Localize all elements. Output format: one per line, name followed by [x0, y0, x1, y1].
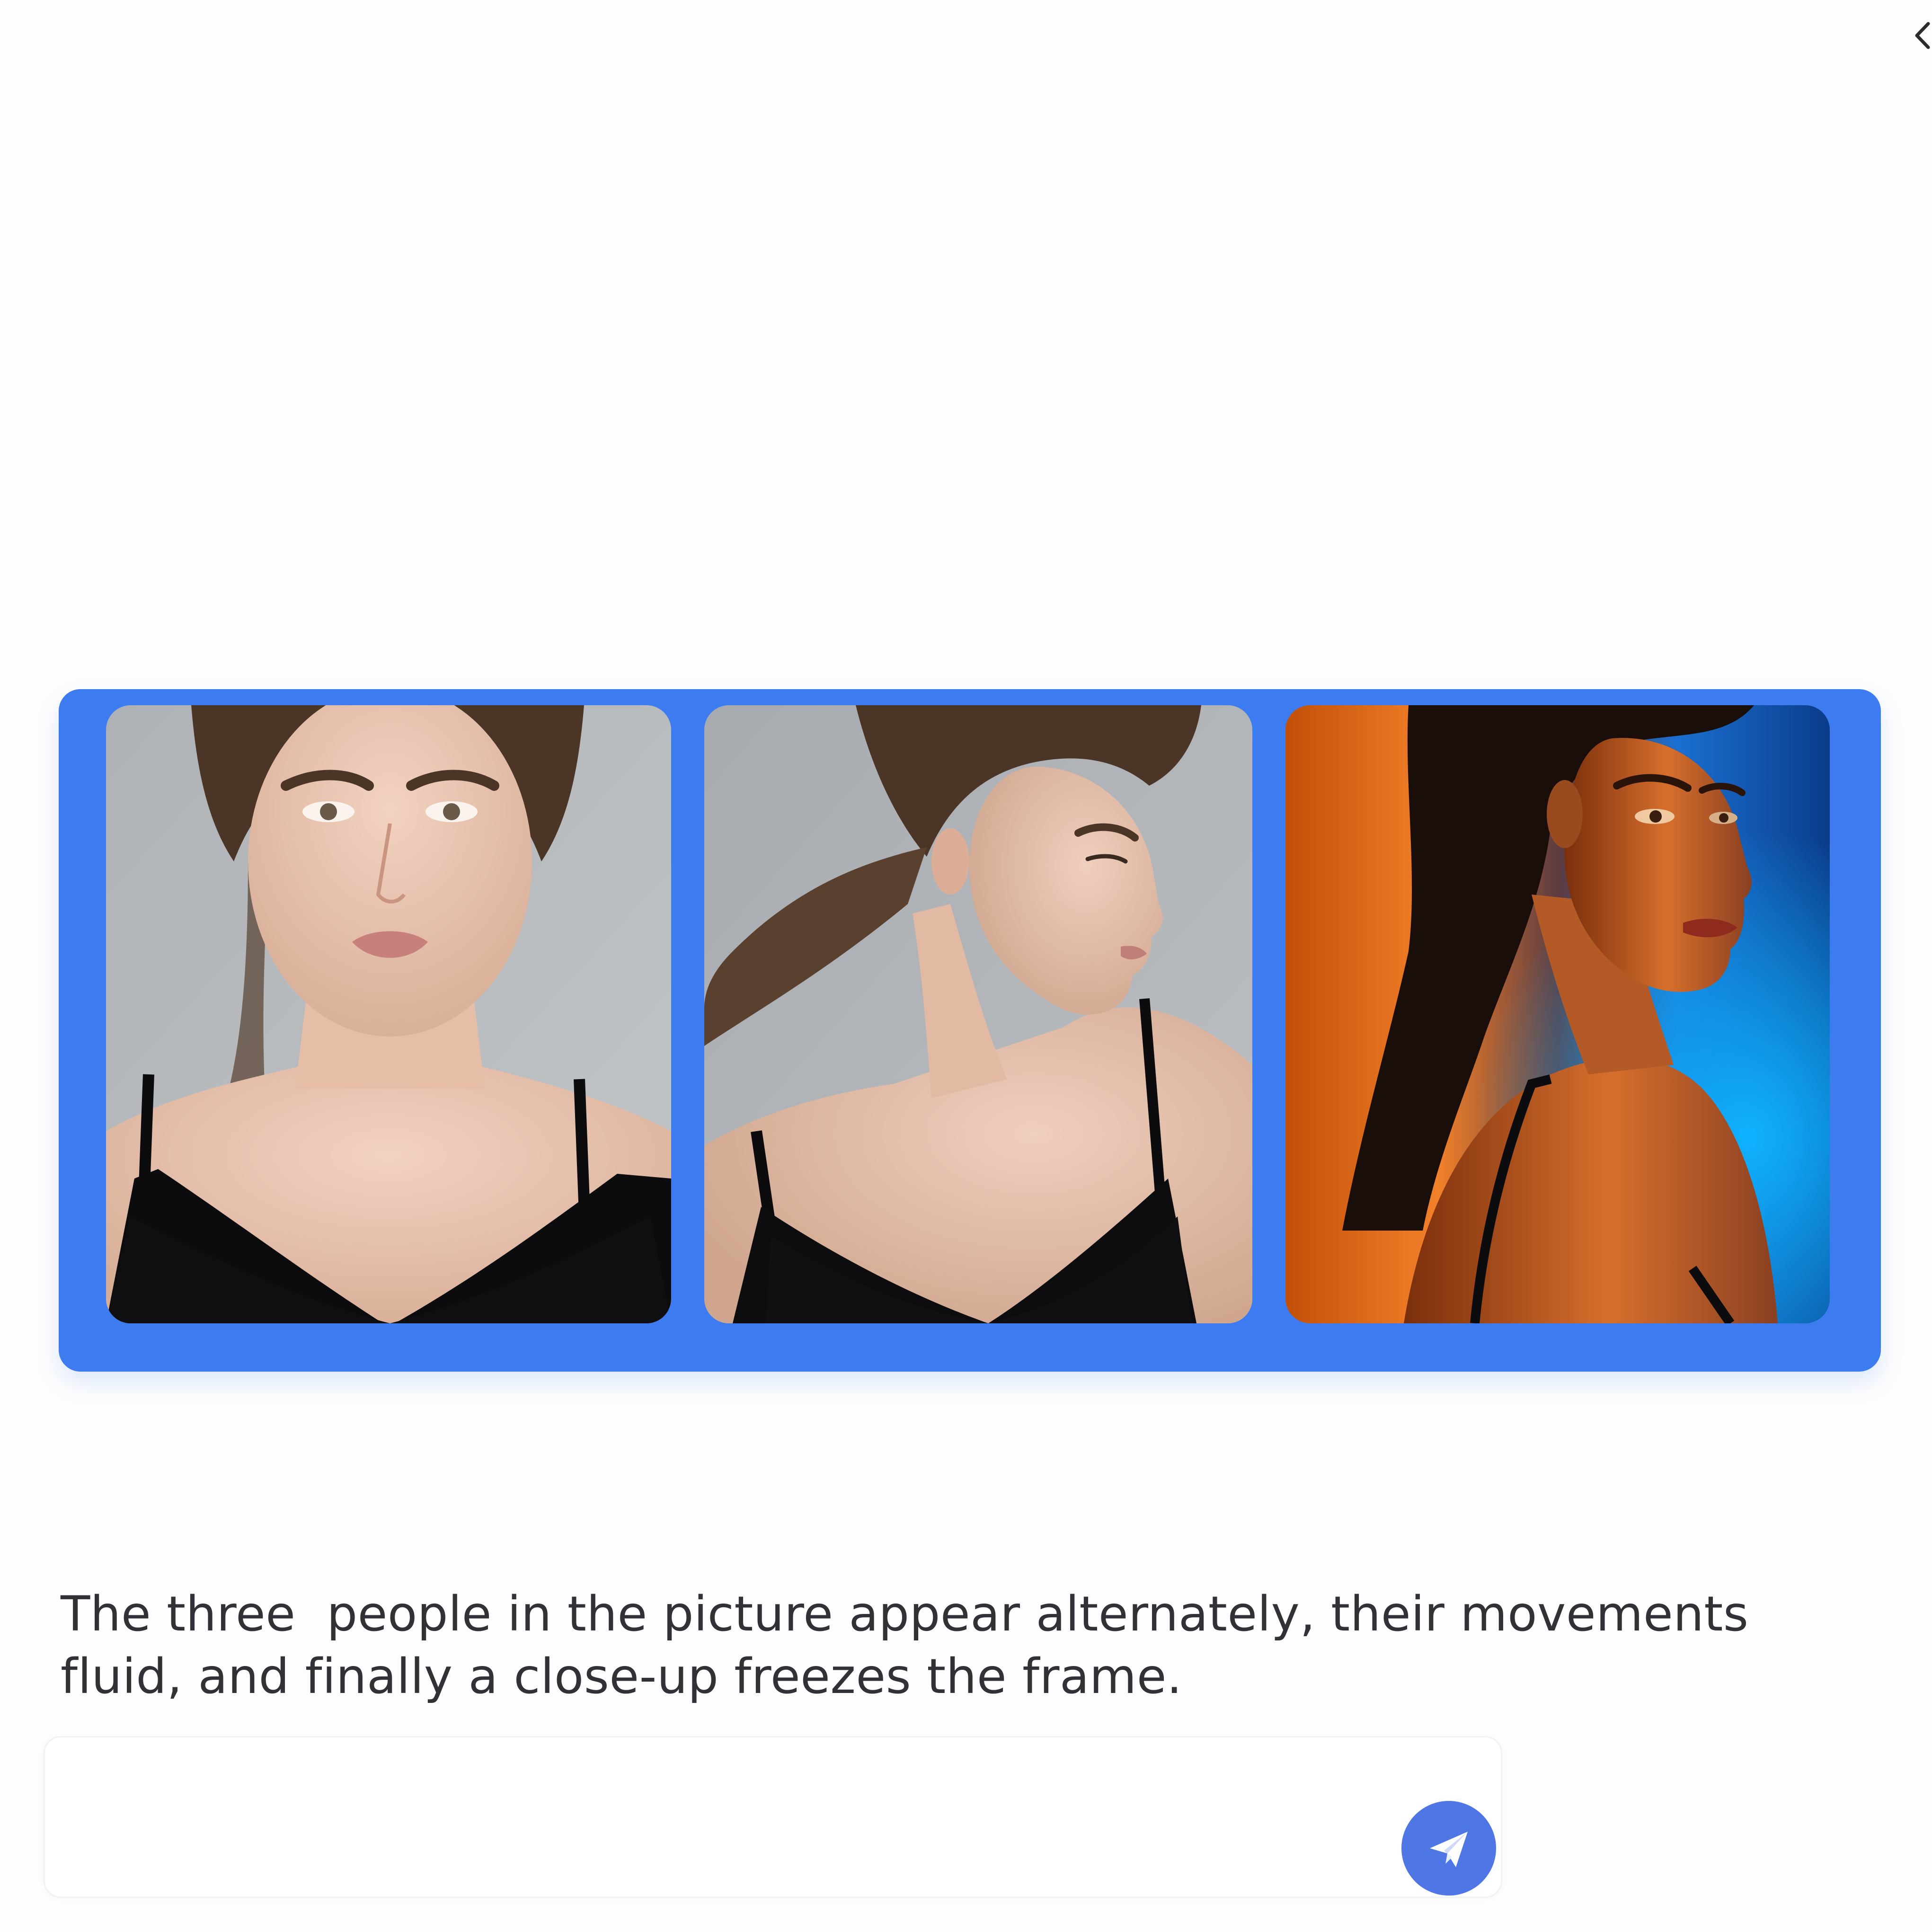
collapse-button[interactable] [1912, 19, 1932, 52]
frame-thumbnail-1[interactable] [106, 705, 671, 1323]
generated-frames-strip [59, 689, 1881, 1372]
prompt-input[interactable] [69, 1756, 1394, 1851]
video-description: The three people in the picture appear a… [61, 1583, 1749, 1708]
portrait-image-3 [1285, 705, 1830, 1323]
frame-thumbnail-2[interactable] [704, 705, 1252, 1323]
video-result-page: The three people in the picture appear a… [0, 0, 1932, 1932]
portrait-image-1 [106, 705, 671, 1323]
portrait-image-2 [704, 705, 1252, 1323]
caption-line-1: The three people in the picture appear a… [61, 1586, 1749, 1642]
prompt-input-box [44, 1736, 1502, 1898]
frame-thumbnail-3[interactable] [1285, 705, 1830, 1323]
caption-line-2: fluid, and finally a close-up freezes th… [61, 1648, 1182, 1705]
send-button[interactable] [1401, 1801, 1496, 1896]
paper-plane-icon [1423, 1822, 1475, 1874]
chevron-left-icon [1912, 19, 1932, 52]
